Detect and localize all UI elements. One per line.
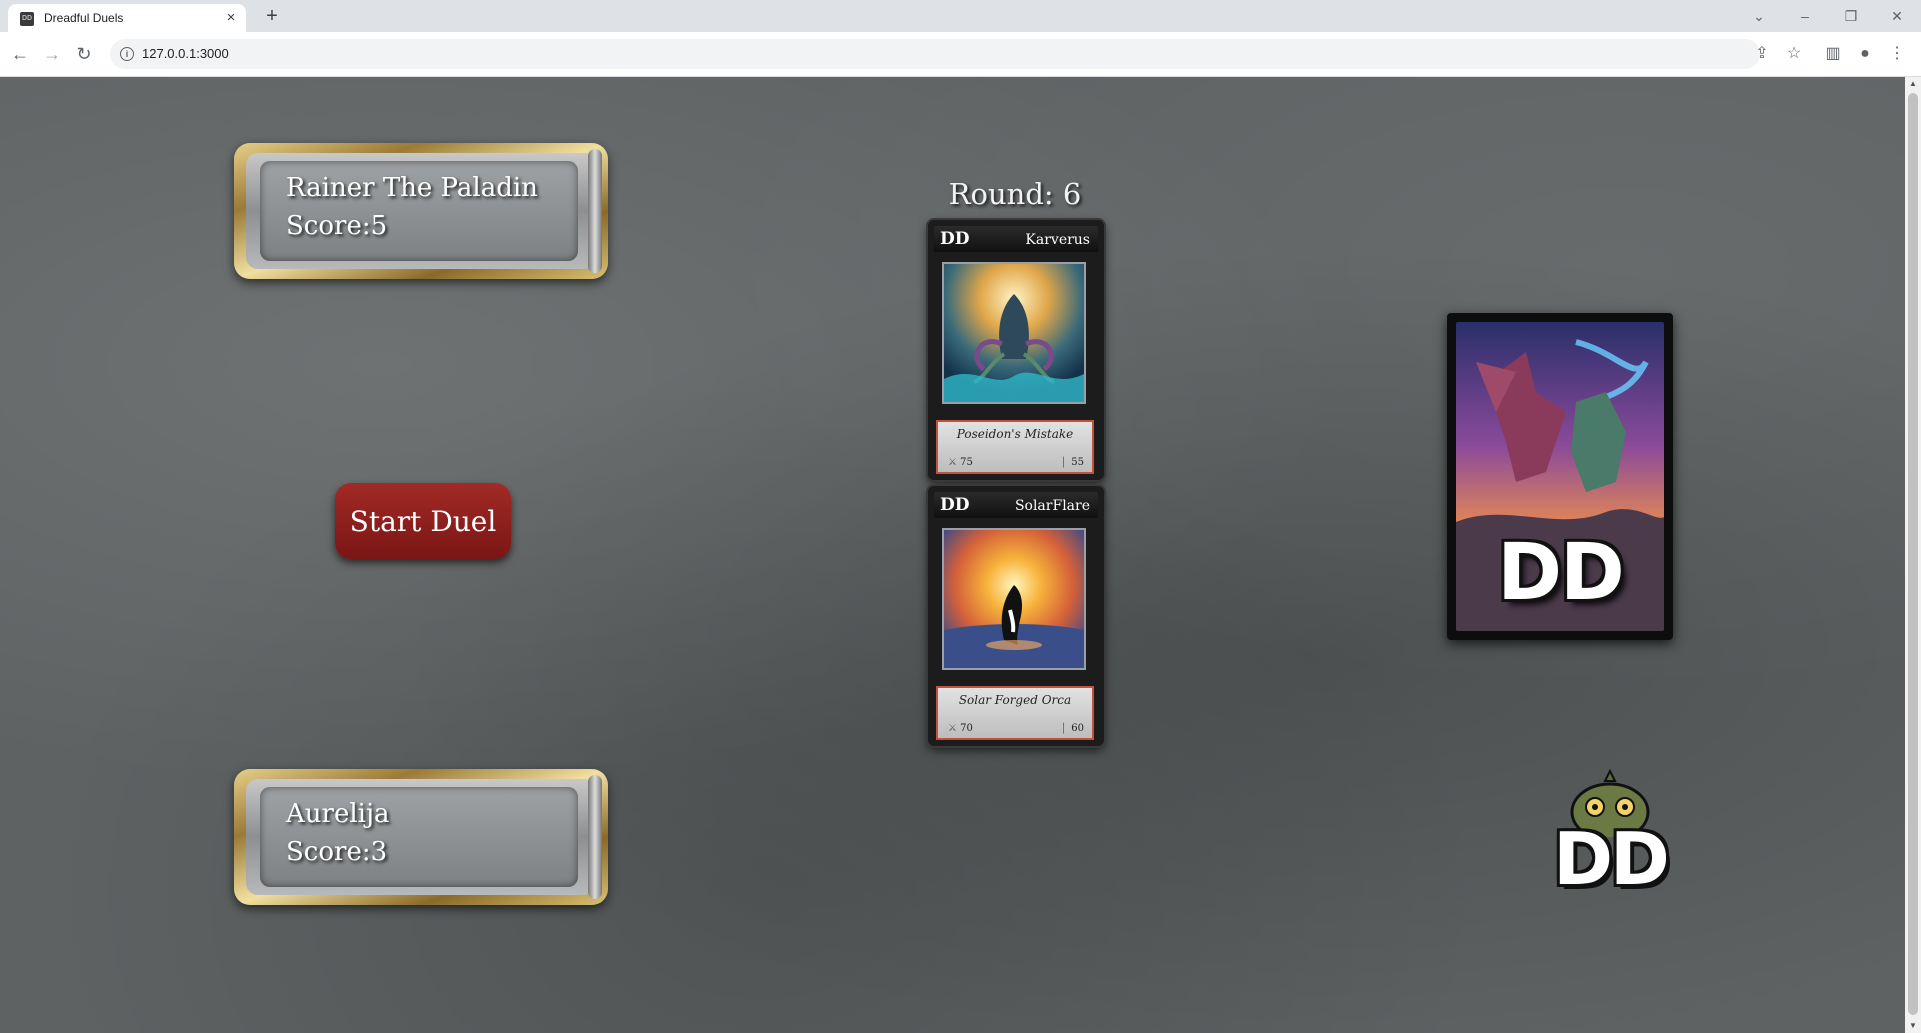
played-card-2[interactable]: DD SolarFlare Solar Forged Orca ⚔ 70 ❘ 6… bbox=[928, 486, 1104, 746]
url-text: 127.0.0.1:3000 bbox=[142, 46, 229, 61]
address-bar[interactable]: i 127.0.0.1:3000 bbox=[110, 39, 1760, 69]
card-creature-name: SolarFlare bbox=[1014, 498, 1090, 514]
site-info-icon[interactable]: i bbox=[120, 47, 134, 61]
browser-toolbar: ← → ↻ i 127.0.0.1:3000 ⇪ ☆ ▥ ● ⋮ bbox=[0, 32, 1921, 77]
reload-icon[interactable]: ↻ bbox=[72, 42, 96, 66]
card-info-panel: Poseidon's Mistake ⚔ 75 ❘ 55 bbox=[936, 420, 1094, 474]
card-mana: ❘ 55 bbox=[1058, 455, 1084, 468]
scroll-thumb[interactable] bbox=[1908, 93, 1918, 1015]
restore-button[interactable]: ❐ bbox=[1834, 4, 1868, 28]
scroll-down-icon[interactable]: ▼ bbox=[1905, 1019, 1921, 1033]
game-board: Rainer The Paladin Score:5 Start Duel Au… bbox=[0, 77, 1905, 1033]
favicon-icon: DD bbox=[20, 12, 34, 26]
side-panel-icon[interactable]: ▥ bbox=[1821, 42, 1845, 66]
sword-icon: ⚔ bbox=[948, 457, 957, 468]
card-mana: ❘ 60 bbox=[1058, 721, 1084, 734]
close-tab-icon[interactable]: × bbox=[222, 9, 240, 27]
card-title: Solar Forged Orca bbox=[958, 693, 1072, 707]
bottom-player-score: Score:3 bbox=[286, 837, 388, 867]
top-player-name: Rainer The Paladin bbox=[286, 173, 538, 203]
mana-drop-icon: ❘ bbox=[1058, 455, 1069, 468]
round-counter: Round: 6 bbox=[948, 177, 1082, 211]
top-player-panel: Rainer The Paladin Score:5 bbox=[234, 143, 608, 279]
scroll-up-icon[interactable]: ▲ bbox=[1905, 77, 1921, 91]
bottom-player-name: Aurelija bbox=[286, 799, 390, 829]
card-art-kraken bbox=[942, 262, 1086, 404]
top-player-score: Score:5 bbox=[286, 211, 388, 241]
scroll-curl bbox=[588, 149, 602, 273]
sword-icon: ⚔ bbox=[948, 723, 957, 734]
card-info-panel: Solar Forged Orca ⚔ 70 ❘ 60 bbox=[936, 686, 1094, 740]
new-tab-button[interactable]: + bbox=[260, 4, 284, 28]
card-attack: ⚔ 75 bbox=[948, 457, 973, 468]
share-icon[interactable]: ⇪ bbox=[1750, 42, 1774, 66]
deck-logo: DD bbox=[1497, 528, 1625, 618]
draw-deck[interactable]: DD bbox=[1447, 313, 1673, 640]
close-window-button[interactable]: ✕ bbox=[1880, 4, 1914, 28]
mascot-logo-text: DD bbox=[1553, 817, 1670, 901]
scroll-curl bbox=[588, 775, 602, 899]
tab-strip: DD Dreadful Duels × + ⌄ – ❐ ✕ bbox=[0, 0, 1921, 32]
card-header: DD Karverus bbox=[934, 226, 1098, 252]
start-duel-button[interactable]: Start Duel bbox=[335, 483, 511, 559]
card-badge: DD bbox=[940, 495, 970, 515]
bottom-player-panel: Aurelija Score:3 bbox=[234, 769, 608, 905]
minimize-button[interactable]: – bbox=[1788, 4, 1822, 28]
card-attack: ⚔ 70 bbox=[948, 723, 973, 734]
profile-icon[interactable]: ● bbox=[1853, 42, 1877, 66]
browser-tab[interactable]: DD Dreadful Duels × bbox=[8, 4, 246, 32]
forward-icon[interactable]: → bbox=[40, 42, 64, 66]
mascot-logo: DD bbox=[1545, 767, 1675, 907]
card-art-orca bbox=[942, 528, 1086, 670]
card-header: DD SolarFlare bbox=[934, 492, 1098, 518]
back-icon[interactable]: ← bbox=[8, 42, 32, 66]
played-card-1[interactable]: DD Karverus Poseidon's Mistake ⚔ 75 ❘ 55 bbox=[928, 220, 1104, 480]
tab-search-icon[interactable]: ⌄ bbox=[1742, 4, 1776, 28]
tab-title: Dreadful Duels bbox=[44, 11, 124, 25]
card-badge: DD bbox=[940, 229, 970, 249]
bookmark-star-icon[interactable]: ☆ bbox=[1782, 42, 1806, 66]
card-title: Poseidon's Mistake bbox=[956, 427, 1074, 441]
mana-drop-icon: ❘ bbox=[1058, 721, 1069, 734]
menu-icon[interactable]: ⋮ bbox=[1885, 42, 1909, 66]
page-scrollbar[interactable]: ▲ ▼ bbox=[1905, 77, 1921, 1033]
card-creature-name: Karverus bbox=[1025, 232, 1090, 248]
